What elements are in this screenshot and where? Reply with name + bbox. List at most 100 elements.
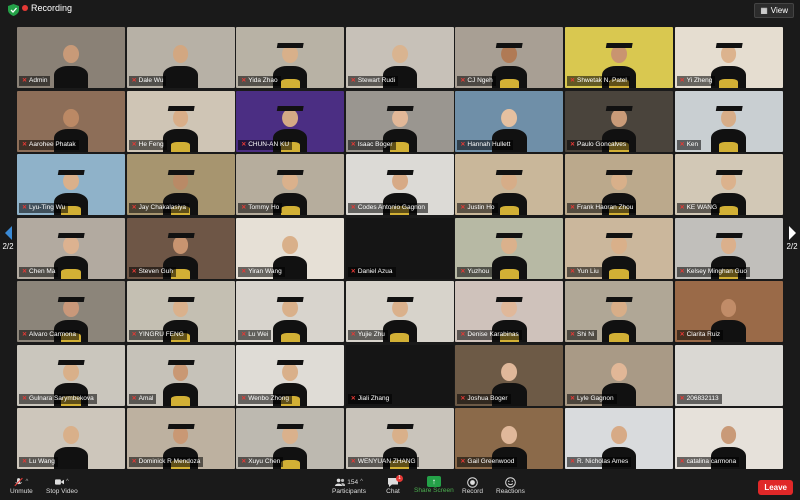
participant-name-tag: ✕ Lu Wang [19,457,58,467]
chat-button[interactable]: 1 Chat [386,475,403,495]
participant-name: Wenbo Zhong [248,394,289,402]
mic-muted-icon: ✕ [679,268,685,275]
participant-tile[interactable]: ✕ Lyu-Ting Wu [17,154,125,215]
participant-tile[interactable]: ✕ Alvaro Carmona [17,281,125,342]
participant-name: Lyu-Ting Wu [29,204,66,211]
recording-label: Recording [31,3,73,13]
participant-tile[interactable]: ✕ Justin Ho [455,154,564,215]
graduation-cap-icon [167,106,194,112]
participant-name-tag: ✕ Paulo Goncalves [566,139,630,150]
participant-name-tag: ✕ Aarohee Phatak [19,139,79,150]
participant-tile[interactable]: ✕ Aarohee Phatak [17,90,125,152]
participant-tile[interactable]: ✕ Dale Wu [126,27,235,88]
reactions-button[interactable]: Reactions [496,476,525,495]
participant-tile[interactable]: ✕ Steven Guh [126,217,235,279]
chat-bubble-icon: 1 [386,475,403,488]
participant-tile[interactable]: ✕ Denise Karabinas [455,281,564,342]
participant-tile[interactable]: ✕ Daniel Azua [345,217,454,279]
participant-tile[interactable]: ✕ Paulo Goncalves [564,90,673,152]
participant-tile[interactable]: ✕ Joshua Boger [455,344,564,406]
participant-tile[interactable]: ✕ Yun Liu [564,217,673,279]
participant-silhouette [272,296,308,342]
participant-tile[interactable]: ✕ Frank Haoran Zhou [564,154,673,215]
participant-name: Xuyu Chen [248,458,281,465]
previous-page-button[interactable]: 2/2 [1,226,15,251]
mic-muted-icon: ✕ [350,141,356,148]
chevron-up-icon[interactable]: ^ [66,479,69,485]
participant-name: Yi Zheng [686,77,713,84]
stop-video-button[interactable]: ^ Stop Video [46,476,78,495]
participant-tile[interactable]: ✕ Gail Greenwood [455,408,564,469]
participant-tile[interactable]: ✕ catalina carmona [674,408,783,469]
participant-tile[interactable]: ✕ He Feng [126,90,235,152]
participant-silhouette [53,233,89,279]
participant-tile[interactable]: ✕ Stewart Rudi [345,27,454,88]
mic-muted-icon: ✕ [569,78,575,84]
participant-tile[interactable]: ✕ Kelsey Minghan Guo [674,217,783,279]
participant-tile[interactable]: ✕ Shwetak N. Patel [564,27,673,88]
participant-tile[interactable]: ✕ Xuyu Chen [236,408,345,469]
mic-muted-icon: ✕ [350,332,356,338]
graduation-cap-icon [167,233,194,239]
participant-tile[interactable]: ✕ CHUN-AN KU [236,90,345,152]
participant-name-tag: ✕ Lyle Gagnon [566,393,617,404]
mic-muted-icon: ✕ [22,268,28,275]
participant-tile[interactable]: ✕ Isaac Boger [345,90,454,152]
participant-tile[interactable]: ✕ Shi Ni [564,281,673,342]
participant-tile[interactable]: ✕ Amal [126,344,235,406]
mic-muted-icon: ✕ [569,332,575,338]
participant-tile[interactable]: ✕ Jiali Zhang [345,344,454,406]
participant-name-tag: ✕ He Feng [128,139,167,150]
participant-tile[interactable]: ✕ Lu Wang [17,408,125,469]
participant-name-tag: ✕ Chen Ma [19,266,59,277]
graduation-cap-icon [167,360,194,366]
participant-tile[interactable]: ✕ Ken [674,90,783,152]
participant-tile[interactable]: ✕ Lyle Gagnon [564,344,673,406]
participant-tile[interactable]: ✕ Gulnara Sarymbekova [17,344,125,406]
participant-tile[interactable]: ✕ Jay Chakalasiya [126,154,235,215]
chevron-up-icon[interactable]: ^ [360,479,363,485]
participant-name-tag: ✕ R. Nicholas Ames [566,457,632,467]
participant-silhouette [601,296,637,342]
chevron-up-icon[interactable]: ^ [26,479,29,485]
participant-tile[interactable]: ✕ Codes Antonio Gagnon [345,154,454,215]
participant-tile[interactable]: ✕ Yujie Zhu [345,281,454,342]
participant-tile[interactable]: ✕ KE WANG [674,154,783,215]
participant-tile[interactable]: ✕ WENYUAN ZHANG [345,408,454,469]
gallery-grid: ✕ Admin ✕ Dale Wu ✕ Yida Zhao ✕ Stewart Rudi ✕ CJ… [17,27,783,469]
participant-tile[interactable]: ✕ Yiran Wang [236,217,345,279]
mic-muted-icon: ✕ [241,78,247,84]
record-button[interactable]: Record [462,476,483,495]
next-page-button[interactable]: 2/2 [785,226,799,251]
unmute-button[interactable]: ^ Unmute [10,476,33,495]
share-screen-label: Share Screen [414,487,454,494]
participant-tile[interactable]: ✕ Yi Zheng [674,27,783,88]
view-button[interactable]: ▦ View [754,3,794,18]
participant-tile[interactable]: ✕ Wenbo Zhong [236,344,345,406]
participants-label: Participants [332,488,366,495]
mic-muted-icon: ✕ [350,395,356,402]
participant-tile[interactable]: ✕ Yuzhou [455,217,564,279]
participant-tile[interactable]: ✕ YINGRU FENG [126,281,235,342]
participant-tile[interactable]: ✕ Tommy Ho [236,154,345,215]
participant-name-tag: ✕ Amal [128,393,157,404]
participant-tile[interactable]: ✕ Chen Ma [17,217,125,279]
participant-tile[interactable]: ✕ Hannah Hullett [455,90,564,152]
security-shield-icon[interactable] [8,4,19,16]
graduation-cap-icon [276,106,304,112]
participant-tile[interactable]: ✕ CJ Ngeh [455,27,564,88]
participants-button[interactable]: 154 ^ Participants [332,476,366,496]
participant-tile[interactable]: ✕ Lu Wei [236,281,345,342]
participant-tile[interactable]: ✕ Admin [17,27,125,88]
participant-name-tag: ✕ 206832113 [676,393,722,404]
leave-button[interactable]: Leave [758,480,793,495]
participant-name: Alvaro Carmona [29,331,76,338]
mic-muted-icon: ✕ [679,459,685,465]
participant-tile[interactable]: ✕ Yida Zhao [236,27,345,88]
participant-tile[interactable]: ✕ Dominick R Mendoza [126,408,235,469]
share-screen-button[interactable]: ↑ Share Screen [414,476,454,494]
mic-muted-icon: ✕ [241,332,247,338]
participant-tile[interactable]: ✕ Clarita Ruiz [674,281,783,342]
participant-tile[interactable]: ✕ R. Nicholas Ames [564,408,673,469]
participant-tile[interactable]: ✕ 206832113 [674,344,783,406]
